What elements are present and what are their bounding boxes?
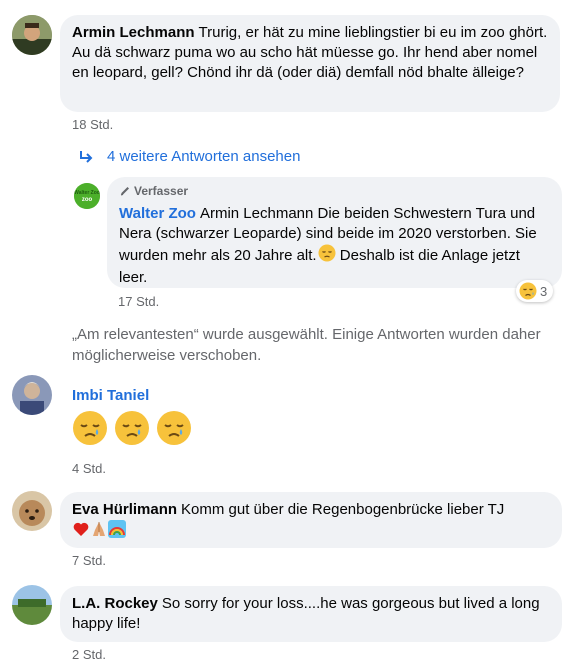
- reply-author[interactable]: Walter Zoo: [119, 205, 196, 222]
- svg-text:zoo: zoo: [82, 197, 93, 203]
- sort-notice: „Am relevantesten“ wurde ausgewählt. Ein…: [72, 326, 541, 364]
- view-more-replies-label: 4 weitere Antworten ansehen: [107, 148, 301, 165]
- heart-icon: [72, 520, 90, 544]
- avatar-la-rockey[interactable]: [12, 585, 52, 625]
- author-badge: Verfasser: [119, 183, 550, 201]
- sad-relieved-face-icon: [114, 410, 150, 451]
- reaction-count-pill[interactable]: 3: [516, 280, 554, 302]
- emoji-row: [72, 520, 550, 540]
- author-badge-label: Verfasser: [134, 184, 189, 198]
- comment-author[interactable]: Imbi Taniel: [72, 387, 149, 404]
- comment-author[interactable]: Eva Hürlimann: [72, 501, 177, 518]
- comment-bubble-eva-hurlimann: Eva Hürlimann Komm gut über die Regenboge…: [60, 492, 562, 548]
- reply-arrow-icon: [78, 149, 94, 170]
- comment-author[interactable]: L.A. Rockey: [72, 595, 158, 612]
- folded-hands-icon: [90, 520, 108, 544]
- sad-relieved-face-icon: [72, 410, 108, 451]
- avatar-walter-zoo[interactable]: Walter Zoo zoo: [74, 183, 100, 209]
- comment-timestamp[interactable]: 4 Std.: [72, 461, 106, 476]
- comment-timestamp[interactable]: 2 Std.: [72, 647, 106, 662]
- comment-timestamp[interactable]: 18 Std.: [72, 117, 113, 132]
- comment-bubble-la-rockey: L.A. Rockey So sorry for your loss....he …: [60, 586, 562, 642]
- comment-bubble-armin-lechmann: Armin Lechmann Trurig, er hät zu mine lie…: [60, 15, 560, 112]
- avatar-imbi-taniel[interactable]: [12, 375, 52, 415]
- comment-author[interactable]: Armin Lechmann: [72, 24, 195, 41]
- avatar-armin-lechmann[interactable]: [12, 15, 52, 55]
- sad-crying-face-icon: [519, 282, 537, 300]
- zoo-logo-text: Walter Zoo: [74, 190, 100, 196]
- reply-bubble-walter-zoo: Verfasser Walter Zoo Armin Lechmann Die b…: [107, 177, 562, 288]
- pencil-icon: [119, 185, 131, 201]
- comment-timestamp[interactable]: 7 Std.: [72, 553, 106, 568]
- sad-relieved-face-icon: [318, 244, 336, 268]
- reply-timestamp[interactable]: 17 Std.: [118, 294, 159, 309]
- rainbow-icon: [108, 520, 126, 544]
- comment-text: Komm gut über die Regenbogenbrücke liebe…: [181, 501, 505, 518]
- sad-relieved-face-icon: [156, 410, 192, 451]
- avatar-eva-hurlimann[interactable]: [12, 491, 52, 531]
- reaction-count: 3: [540, 283, 548, 299]
